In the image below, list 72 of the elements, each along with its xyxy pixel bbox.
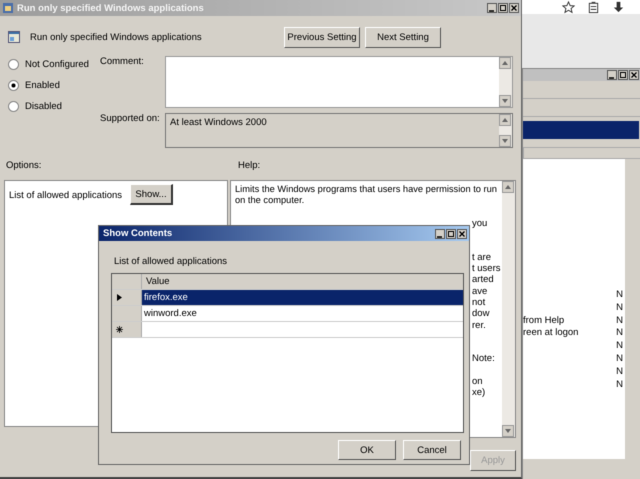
column-header: Value — [142, 274, 463, 289]
radio-button[interactable] — [8, 80, 19, 91]
radio-button[interactable] — [8, 101, 19, 112]
help-text: arted — [472, 274, 494, 286]
list-cell: N — [616, 366, 623, 379]
current-row-icon — [116, 294, 123, 301]
scroll-up-icon[interactable] — [499, 114, 511, 126]
setting-button[interactable]: Next Setting — [365, 26, 441, 48]
list-cell: N — [616, 314, 623, 328]
help-text: xe) — [472, 387, 486, 398]
list-cell: N — [616, 302, 623, 315]
supported-field: At least Windows 2000 — [165, 113, 513, 148]
scroll-down-icon[interactable] — [499, 95, 511, 107]
help-text: t are — [472, 252, 492, 263]
list-cell: from Help — [523, 314, 564, 328]
new-row-icon — [116, 326, 123, 333]
window-icon — [2, 2, 14, 14]
maximize-icon[interactable] — [446, 228, 456, 238]
download-icon[interactable] — [612, 0, 625, 14]
close-icon[interactable] — [629, 70, 639, 80]
help-text: on the computer. — [235, 195, 306, 207]
help-text: ave — [472, 286, 488, 297]
help-text: not — [472, 296, 486, 308]
list-cell: N — [616, 340, 623, 353]
scroll-down-icon[interactable] — [502, 425, 514, 437]
help-text: t users — [472, 263, 501, 274]
list-cell: N — [616, 327, 623, 340]
comment-label: Comment: — [100, 56, 145, 69]
row-header[interactable] — [112, 322, 142, 337]
list-cell: N — [616, 289, 623, 302]
help-label: Help: — [238, 160, 260, 173]
option-label: List of allowed applications — [9, 190, 122, 201]
star-icon[interactable] — [562, 0, 575, 14]
minimize-icon[interactable] — [487, 3, 497, 13]
help-text: you — [472, 218, 488, 229]
list-cell: reen at logon — [523, 327, 578, 340]
close-icon[interactable] — [457, 228, 467, 238]
maximize-icon[interactable] — [498, 3, 508, 13]
help-text: Limits the Windows programs that users have permission to run — [235, 184, 498, 196]
supported-label: Supported on: — [100, 113, 161, 126]
help-text: Note: — [472, 353, 495, 364]
dialog-button[interactable]: Cancel — [403, 440, 461, 460]
window-title: Run only specified Windows applications — [17, 2, 205, 14]
options-label: Options: — [6, 160, 42, 173]
list-cell: N — [616, 352, 623, 366]
list-cell: N — [616, 378, 623, 392]
setting-button[interactable]: Previous Setting — [284, 26, 360, 48]
radio-label: Not Configured — [25, 59, 89, 70]
dialog-button[interactable]: OK — [338, 440, 396, 460]
minimize-icon[interactable] — [435, 228, 445, 238]
scroll-up-icon[interactable] — [502, 181, 514, 193]
list-label: List of allowed applications — [113, 255, 228, 269]
grid-cell[interactable]: winword.exe — [142, 306, 463, 321]
row-header[interactable] — [112, 290, 142, 305]
radio-label: Disabled — [25, 101, 62, 112]
policy-icon — [8, 31, 20, 43]
clipboard-icon[interactable] — [587, 0, 600, 14]
minimize-icon[interactable] — [607, 70, 617, 80]
maximize-icon[interactable] — [618, 70, 628, 80]
comment-field[interactable] — [165, 56, 513, 108]
dialog-title: Show Contents — [103, 228, 174, 239]
grid-cell[interactable]: firefox.exe — [142, 290, 463, 305]
scroll-up-icon[interactable] — [499, 57, 511, 69]
help-text: on — [472, 376, 483, 388]
help-text: dow — [472, 308, 490, 320]
radio-label: Enabled — [25, 80, 60, 91]
scroll-down-icon[interactable] — [499, 135, 511, 147]
close-icon[interactable] — [509, 3, 519, 13]
help-text: rer. — [472, 320, 486, 331]
radio-button[interactable] — [8, 59, 19, 70]
policy-heading: Run only specified Windows applications — [30, 32, 202, 42]
show-button[interactable]: Show... — [130, 184, 174, 205]
